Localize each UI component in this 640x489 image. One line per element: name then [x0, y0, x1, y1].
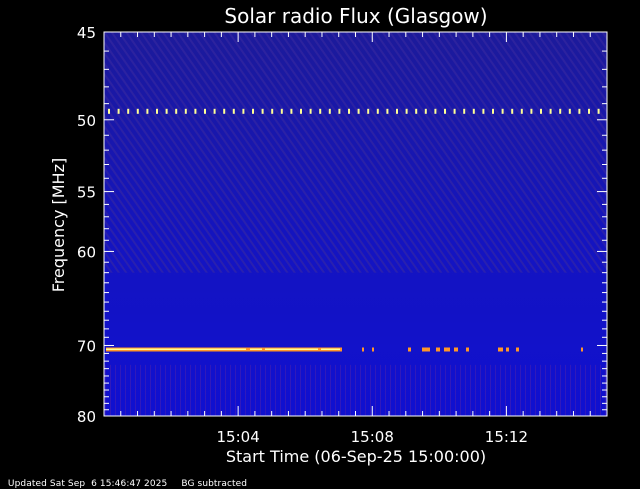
interference-dash	[242, 108, 245, 114]
interference-dash	[568, 108, 571, 114]
interference-dash	[367, 108, 370, 114]
y-axis-label: Frequency [MHz]	[49, 158, 68, 292]
interference-dash	[290, 108, 293, 114]
chart-title: Solar radio Flux (Glasgow)	[224, 4, 487, 28]
spectrogram-texture	[104, 32, 607, 273]
interference-dash	[405, 108, 408, 114]
interference-dash	[194, 108, 197, 114]
interference-dash	[530, 108, 533, 114]
interference-segment	[422, 347, 430, 352]
interference-dash	[453, 108, 456, 114]
interference-dash	[309, 108, 312, 114]
interference-dash	[434, 108, 437, 114]
interference-dash	[396, 108, 398, 114]
interference-dash	[386, 108, 389, 114]
interference-dash	[578, 108, 581, 114]
interference-dash	[520, 108, 523, 114]
interference-dash	[376, 108, 379, 114]
interference-segment	[498, 347, 503, 352]
interference-dash	[108, 108, 110, 114]
interference-dash	[204, 108, 206, 114]
interference-dash	[501, 108, 504, 114]
interference-line-core	[106, 348, 342, 350]
interference-dash	[444, 108, 446, 114]
interference-dash	[252, 108, 254, 114]
interference-dash	[482, 108, 485, 114]
interference-segment	[454, 347, 458, 352]
interference-dash	[280, 108, 283, 114]
interference-dash	[223, 108, 226, 114]
interference-segment	[246, 347, 250, 352]
spectrogram-lower-band	[104, 364, 607, 416]
updated-timestamp: Updated Sat Sep 6 15:46:47 2025	[7, 479, 168, 489]
interference-dash	[348, 108, 350, 114]
interference-dash	[472, 108, 475, 114]
interference-dash	[463, 108, 466, 114]
interference-dash	[136, 108, 139, 114]
interference-dash	[146, 108, 149, 114]
plot-area	[103, 31, 608, 417]
interference-dash	[213, 108, 216, 114]
interference-dash	[549, 108, 552, 114]
interference-dash	[357, 108, 360, 114]
interference-dash	[492, 108, 494, 114]
interference-segment	[340, 347, 342, 352]
interference-dash	[415, 108, 418, 114]
interference-dash	[184, 108, 187, 114]
y-tick-label: 80	[77, 408, 96, 426]
interference-segment	[436, 347, 440, 352]
interference-dash	[117, 108, 120, 114]
interference-dash	[271, 108, 274, 114]
y-tick-label: 60	[77, 243, 96, 261]
interference-dash	[328, 108, 331, 114]
y-tick-label: 45	[77, 24, 96, 42]
interference-dash	[232, 108, 235, 114]
interference-dash	[597, 108, 600, 114]
interference-segment	[408, 347, 411, 352]
footer-status: Updated Sat Sep 6 15:46:47 2025 BG subtra…	[2, 469, 261, 489]
interference-segment	[466, 347, 469, 352]
interference-dash	[175, 108, 178, 114]
interference-segment	[581, 347, 583, 352]
interference-dash	[156, 108, 158, 114]
x-tick-label: 15:08	[351, 428, 394, 446]
interference-dash	[300, 108, 302, 114]
y-tick-label: 70	[77, 337, 96, 355]
x-tick-label: 15:04	[217, 428, 260, 446]
interference-dash	[261, 108, 264, 114]
x-axis-label: Start Time (06-Sep-25 15:00:00)	[226, 447, 486, 466]
interference-dash	[127, 108, 130, 114]
interference-dash	[424, 108, 427, 114]
interference-segment	[262, 347, 265, 352]
interference-segment	[362, 347, 364, 352]
y-tick-label: 50	[77, 112, 96, 130]
interference-dash	[338, 108, 341, 114]
spectrogram-chart: 45 50 55 60 70 80 15:04 15:08 15:12 Solar radio…	[49, 4, 608, 466]
background-note: BG subtracted	[181, 479, 248, 489]
interference-dash	[511, 108, 514, 114]
interference-dash	[559, 108, 562, 114]
interference-segment	[318, 347, 321, 352]
interference-dash	[540, 108, 542, 114]
interference-segment	[516, 347, 519, 352]
y-tick-label: 55	[77, 184, 96, 202]
interference-segment	[444, 347, 450, 352]
interference-dash	[588, 108, 590, 114]
interference-dash	[165, 108, 168, 114]
x-tick-label: 15:12	[485, 428, 528, 446]
interference-segment	[506, 347, 509, 352]
interference-dash	[319, 108, 322, 114]
interference-segment	[372, 347, 374, 352]
